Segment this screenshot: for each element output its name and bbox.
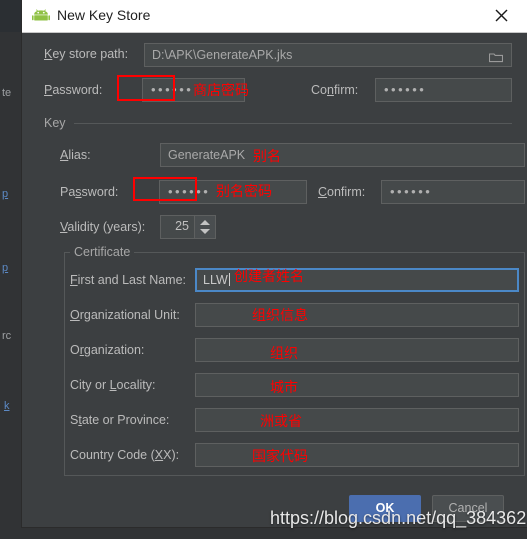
certificate-field-input[interactable] (195, 338, 519, 362)
certificate-field-label: First and Last Name: (70, 273, 187, 287)
alias-label: Alias: (60, 148, 91, 162)
background-text-fragment: p (2, 262, 9, 274)
key-store-path-input[interactable]: D:\APK\GenerateAPK.jks (144, 43, 512, 67)
validity-stepper[interactable]: 25 (160, 215, 216, 239)
cancel-button[interactable]: Cancel (432, 495, 504, 522)
android-robot-icon (32, 9, 50, 23)
key-group-divider (74, 123, 512, 124)
certificate-field-input[interactable] (195, 443, 519, 467)
key-password-value: •••••• (168, 184, 211, 199)
key-store-path-label: Key store path: (44, 47, 129, 61)
certificate-field-label: Organization: (70, 343, 145, 357)
background-left-topbar (0, 0, 22, 32)
store-confirm-value: •••••• (384, 82, 427, 97)
dialog-title: New Key Store (57, 7, 151, 23)
text-caret (228, 273, 230, 286)
alias-input[interactable]: GenerateAPK (160, 143, 525, 167)
ok-button[interactable]: OK (349, 495, 421, 522)
background-bottom-strip (0, 527, 527, 539)
certificate-field-input[interactable]: LLW (195, 268, 519, 292)
dialog-titlebar: New Key Store (22, 0, 527, 33)
store-password-value: •••••• (151, 82, 194, 97)
key-password-input[interactable]: •••••• (159, 180, 307, 204)
store-password-input[interactable]: •••••• (142, 78, 245, 102)
key-store-path-value: D:\APK\GenerateAPK.jks (152, 48, 293, 62)
certificate-field-value: LLW (203, 273, 230, 287)
background-text-fragment: rc (2, 330, 12, 342)
key-confirm-input[interactable]: •••••• (381, 180, 525, 204)
key-confirm-label: Confirm: (318, 185, 366, 199)
certificate-field-label: Country Code (XX): (70, 448, 180, 462)
certificate-group-title: Certificate (70, 245, 135, 259)
store-confirm-label: Confirm: (311, 83, 359, 97)
validity-stepper-buttons[interactable] (194, 216, 215, 238)
alias-value: GenerateAPK (168, 148, 246, 162)
validity-label: Validity (years): (60, 220, 146, 234)
chevron-up-icon[interactable] (200, 220, 210, 225)
key-confirm-value: •••••• (390, 184, 433, 199)
key-password-label: Password: (60, 185, 119, 199)
background-text-fragment: p (2, 188, 9, 200)
store-password-label: Password: (44, 83, 103, 97)
validity-value: 25 (175, 219, 189, 233)
certificate-field-label: Organizational Unit: (70, 308, 180, 322)
store-confirm-input[interactable]: •••••• (375, 78, 512, 102)
folder-icon[interactable] (488, 50, 504, 63)
certificate-field-input[interactable] (195, 373, 519, 397)
certificate-field-input[interactable] (195, 303, 519, 327)
new-key-store-dialog: New Key Store Key store path: D:\APK\Gen… (22, 0, 527, 527)
key-group-title: Key (44, 116, 72, 130)
background-text-fragment: k (4, 400, 10, 412)
certificate-field-input[interactable] (195, 408, 519, 432)
certificate-field-label: City or Locality: (70, 378, 156, 392)
background-text-fragment: te (2, 87, 12, 99)
certificate-field-label: State or Province: (70, 413, 170, 427)
chevron-down-icon[interactable] (200, 229, 210, 234)
close-icon[interactable] (485, 0, 519, 31)
